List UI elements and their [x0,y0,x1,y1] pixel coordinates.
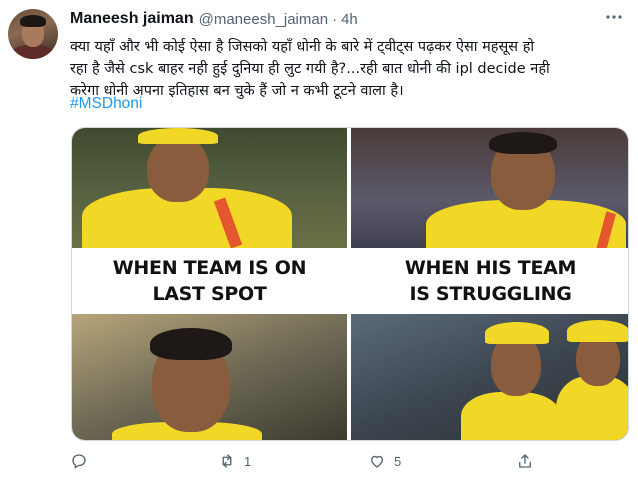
tweet-media[interactable]: WHEN TEAM IS ON LAST SPOT WHEN HIS TEAM … [71,127,629,441]
meme-panel-bottom-left [72,314,347,440]
reply-button[interactable] [70,452,96,470]
caption-line: IS STRUGGLING [409,283,572,305]
like-count: 5 [394,453,402,469]
share-button[interactable] [516,452,534,470]
tweet-header: Maneesh jaiman @maneesh_jaiman · 4h [70,8,358,30]
panel-divider [347,128,351,440]
like-button[interactable]: 5 [368,452,401,470]
author-name[interactable]: Maneesh jaiman [70,10,194,28]
hashtag-link[interactable]: #MSDhoni [70,95,142,113]
more-icon[interactable] [600,6,628,28]
tweet-actions: 1 5 [70,452,550,476]
share-icon [519,454,531,468]
jersey [461,392,561,440]
retweet-icon [222,454,232,468]
meme-panel-top-left [72,128,347,248]
caption-line: WHEN TEAM IS ON [112,257,307,279]
reply-icon [72,454,86,469]
tweet-text-line: करेगा धोनी अपना इतिहास बन चुके हैं जो न … [70,83,404,99]
tweet[interactable]: Maneesh jaiman @maneesh_jaiman · 4h क्या… [0,0,638,482]
meme-panel-bottom-right [351,314,628,440]
meme-caption-right: WHEN HIS TEAM IS STRUGGLING [351,255,628,307]
player-cap [567,320,628,342]
avatar-hair [20,15,46,27]
player-hair [489,132,557,154]
tweet-text-line: क्या यहाँ और भी कोई ऐसा है जिसको यहाँ धो… [70,39,535,55]
retweet-count: 1 [244,453,252,469]
meme-panel-top-right [351,128,628,248]
tweet-text: क्या यहाँ और भी कोई ऐसा है जिसको यहाँ धो… [70,36,630,102]
separator-dot: · [332,10,338,28]
heart-icon [371,455,383,468]
player-hair [150,328,232,360]
retweet-button[interactable]: 1 [218,452,251,470]
caption-line: WHEN HIS TEAM [404,257,577,279]
meme-caption-left: WHEN TEAM IS ON LAST SPOT [72,255,347,307]
tweet-timestamp[interactable]: 4h [341,11,358,28]
player-cap [138,128,218,144]
author-handle[interactable]: @maneesh_jaiman [199,11,328,28]
avatar[interactable] [8,9,58,59]
more-glyph [606,15,622,19]
tweet-text-line: रहा है जैसे csk बाहर नही हुई दुनिया ही ल… [70,61,550,77]
caption-line: LAST SPOT [152,283,267,305]
player-head [147,136,209,202]
player-cap [485,322,549,344]
avatar-shirt [12,45,54,59]
